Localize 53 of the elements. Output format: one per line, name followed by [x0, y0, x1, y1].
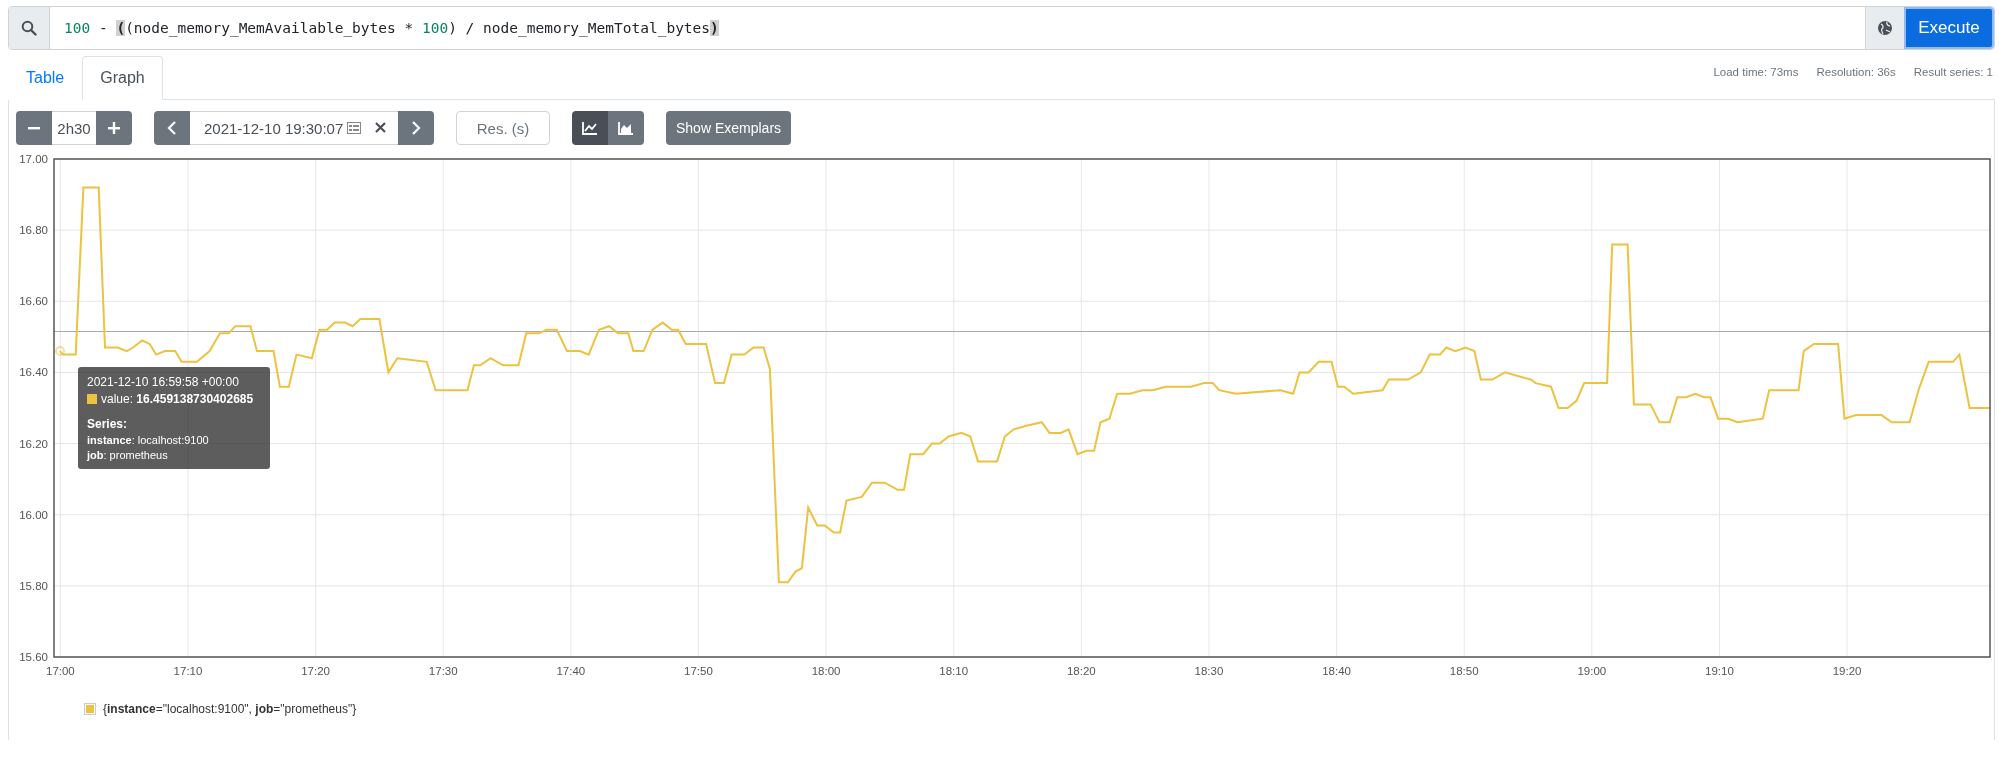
chevron-left-icon [167, 121, 177, 135]
next-button[interactable] [398, 111, 434, 145]
axis-label: 18:10 [939, 665, 969, 677]
axis-label: 16.40 [19, 366, 48, 379]
axis-label: 17:30 [428, 665, 458, 677]
stat-text: Resolution: 36s [1816, 66, 1896, 78]
axis-label: 18:50 [1449, 665, 1479, 677]
axis-label: 17:50 [684, 665, 713, 677]
minus-button[interactable] [16, 111, 52, 145]
axis-label: 19:10 [1705, 665, 1734, 677]
tab[interactable]: Graph [82, 56, 163, 100]
axis-label: 18:20 [1066, 665, 1096, 677]
axis-label: 16.60 [19, 295, 48, 308]
hover-point [55, 346, 65, 357]
resolution-field[interactable]: Res. (s) [456, 111, 550, 145]
axis-label: 19:00 [1577, 665, 1607, 677]
axis-label: 17:40 [556, 665, 586, 677]
stat-text: Result series: 1 [1913, 66, 1993, 78]
stacked-chart-button[interactable] [608, 111, 644, 145]
previous-button[interactable] [154, 111, 190, 145]
line-chart-button[interactable] [572, 111, 608, 145]
area-chart-icon [618, 121, 634, 135]
line-chart-icon [582, 121, 598, 135]
tooltip-value: value: 16.459138730402685 [101, 392, 254, 406]
axis-label: 15.60 [19, 651, 48, 663]
axis-label: 16.80 [19, 224, 48, 237]
axis-label: 15.80 [19, 579, 48, 592]
axis-label: 19:20 [1832, 665, 1862, 677]
axis-label: 17.00 [19, 153, 48, 165]
axis-label: 18:00 [811, 665, 841, 677]
legend-swatch [84, 703, 96, 715]
axis-label: 17:00 [46, 665, 75, 677]
execute-button[interactable]: Execute [1904, 7, 1994, 49]
globe-icon[interactable] [1865, 7, 1904, 49]
stat-text: Load time: 73ms [1713, 66, 1799, 78]
calendar-icon[interactable] [347, 122, 362, 134]
plus-icon [107, 121, 121, 135]
tooltip-series-title: Series: [87, 417, 129, 431]
tooltip-label: instance: localhost:9100 [87, 434, 210, 446]
end-time-field[interactable]: 2021-12-10 19:30:07 [190, 111, 398, 145]
query-field[interactable]: 100 - ((node_memory_MemAvailable_bytes * 100) / node_memory_MemTotal_bytes) [50, 7, 1865, 49]
plus-button[interactable] [96, 111, 132, 145]
axis-label: 16.00 [19, 508, 48, 521]
axis-label: 18:30 [1194, 665, 1224, 677]
axis-label: 17:20 [301, 665, 330, 677]
chevron-right-icon [411, 121, 421, 135]
tooltip-time: 2021-12-10 16:59:58 +00:00 [87, 375, 240, 389]
show-exemplars-button[interactable]: Show Exemplars [666, 111, 792, 145]
tooltip-label: job: prometheus [87, 449, 169, 461]
axis-label: 17:10 [173, 665, 203, 677]
axis-label: 18:40 [1322, 665, 1351, 677]
axis-label: 16.20 [19, 437, 48, 450]
legend-label[interactable]: {instance="localhost:9100", job="prometheus"} [103, 702, 357, 716]
